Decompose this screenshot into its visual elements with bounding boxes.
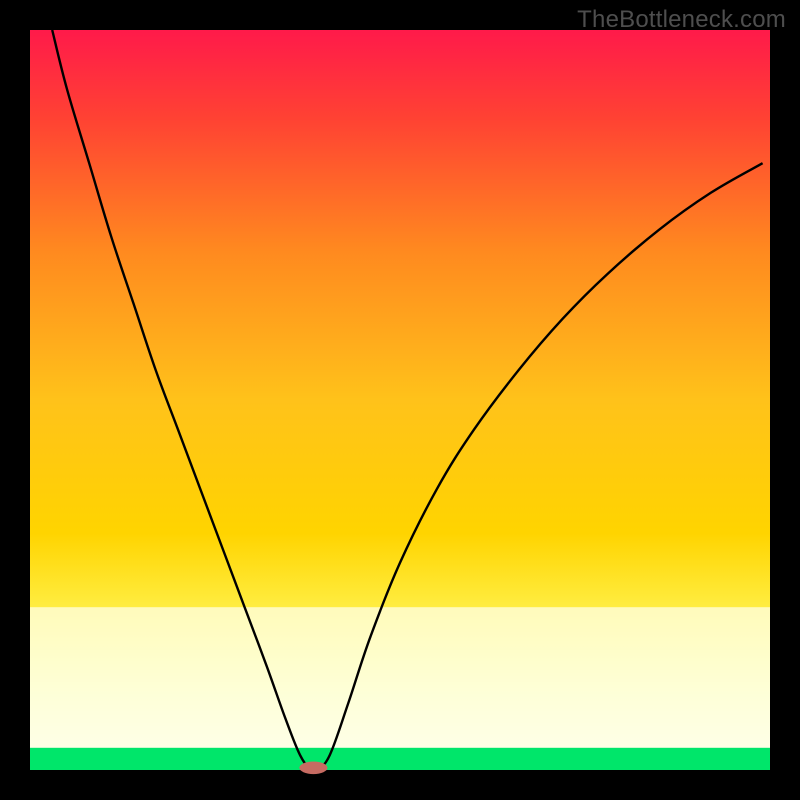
watermark-text: TheBottleneck.com bbox=[577, 6, 786, 34]
plot-white-band bbox=[30, 607, 770, 748]
minimum-marker bbox=[299, 761, 327, 774]
bottleneck-chart bbox=[0, 0, 800, 800]
chart-frame: TheBottleneck.com bbox=[0, 0, 800, 800]
plot-green-band bbox=[30, 748, 770, 770]
